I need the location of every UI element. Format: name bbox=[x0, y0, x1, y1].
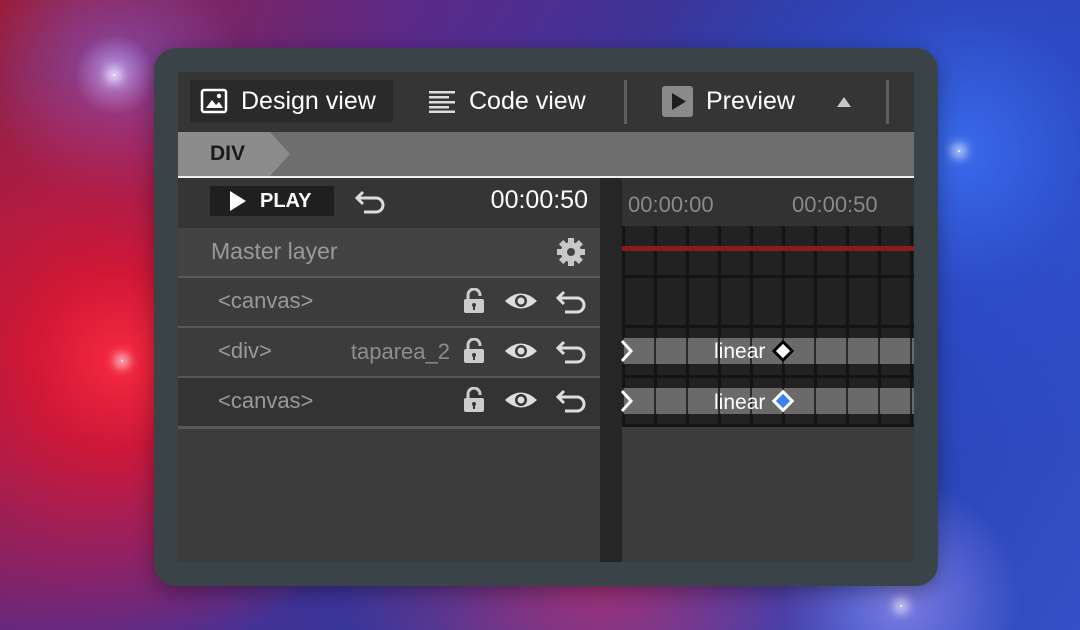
sparkle bbox=[113, 74, 115, 76]
grid-row-line bbox=[622, 325, 914, 328]
master-layer-row[interactable]: Master layer bbox=[178, 228, 600, 278]
sparkle bbox=[958, 150, 960, 152]
breadcrumb-item-div[interactable]: DIV bbox=[178, 132, 290, 176]
lock-icon[interactable] bbox=[462, 338, 486, 364]
image-icon bbox=[200, 88, 228, 114]
layer-tag: <canvas> bbox=[218, 388, 314, 413]
time-ruler: 00:00:00 00:00:50 bbox=[622, 178, 914, 226]
sparkle bbox=[900, 605, 902, 607]
reset-icon[interactable] bbox=[555, 387, 589, 413]
lock-icon[interactable] bbox=[462, 288, 486, 314]
ruler-tick-label: 00:00:50 bbox=[792, 192, 878, 217]
master-track-line bbox=[622, 246, 914, 251]
timecode-display: 00:00:50 bbox=[490, 186, 588, 214]
toolbar-separator bbox=[624, 80, 627, 124]
tab-design-view[interactable]: Design view bbox=[190, 80, 393, 122]
eye-icon[interactable] bbox=[504, 340, 538, 362]
chevron-right-icon bbox=[620, 389, 634, 413]
breadcrumb-label: DIV bbox=[210, 142, 246, 165]
toolbar: Design view Code view Preview bbox=[178, 72, 914, 132]
toolbar-separator bbox=[886, 80, 889, 124]
tab-label: Code view bbox=[469, 86, 586, 115]
gear-icon[interactable] bbox=[556, 237, 586, 267]
undo-icon[interactable] bbox=[354, 188, 388, 214]
layer-tag: <div> bbox=[218, 338, 272, 363]
eye-icon[interactable] bbox=[504, 389, 538, 411]
layer-row[interactable]: <div> taparea_2 bbox=[178, 328, 600, 379]
tab-code-view[interactable]: Code view bbox=[428, 80, 586, 122]
layer-row[interactable]: <canvas> bbox=[178, 278, 600, 329]
animation-bar[interactable] bbox=[622, 388, 914, 414]
breadcrumb: DIV bbox=[178, 132, 914, 178]
lines-icon bbox=[428, 89, 456, 113]
caret-up-icon[interactable] bbox=[836, 95, 852, 109]
timeline-panel: 00:00:00 00:00:50 linear linear bbox=[620, 178, 914, 562]
tab-preview[interactable]: Preview bbox=[662, 80, 795, 122]
grid-row-line bbox=[622, 375, 914, 378]
play-label: PLAY bbox=[260, 189, 312, 212]
easing-label: linear bbox=[714, 391, 766, 414]
ruler-tick-label: 00:00:00 bbox=[628, 192, 714, 217]
panel-splitter[interactable] bbox=[600, 178, 622, 562]
layer-row-selected[interactable]: <canvas> bbox=[178, 378, 600, 429]
tab-label: Preview bbox=[706, 86, 795, 115]
chevron-right-icon bbox=[620, 339, 634, 363]
animation-editor: Design view Code view Preview DIV PLAY 0… bbox=[178, 72, 914, 562]
animation-bar[interactable] bbox=[622, 338, 914, 364]
master-layer-label: Master layer bbox=[211, 238, 338, 264]
layer-tag: <canvas> bbox=[218, 288, 314, 313]
tab-label: Design view bbox=[241, 86, 376, 115]
lock-icon[interactable] bbox=[462, 387, 486, 413]
play-icon bbox=[230, 191, 246, 211]
reset-icon[interactable] bbox=[555, 288, 589, 314]
reset-icon[interactable] bbox=[555, 338, 589, 364]
easing-label: linear bbox=[714, 340, 766, 363]
sparkle bbox=[121, 360, 123, 362]
grid-row-line bbox=[622, 275, 914, 278]
playback-controls: PLAY 00:00:50 bbox=[178, 178, 600, 228]
eye-icon[interactable] bbox=[504, 290, 538, 312]
play-box-icon bbox=[662, 85, 693, 117]
layers-panel: PLAY 00:00:50 Master layer <canvas> <div… bbox=[178, 178, 600, 562]
grid-row-line bbox=[622, 424, 914, 427]
play-button[interactable]: PLAY bbox=[210, 186, 334, 216]
layer-name: taparea_2 bbox=[350, 339, 450, 364]
